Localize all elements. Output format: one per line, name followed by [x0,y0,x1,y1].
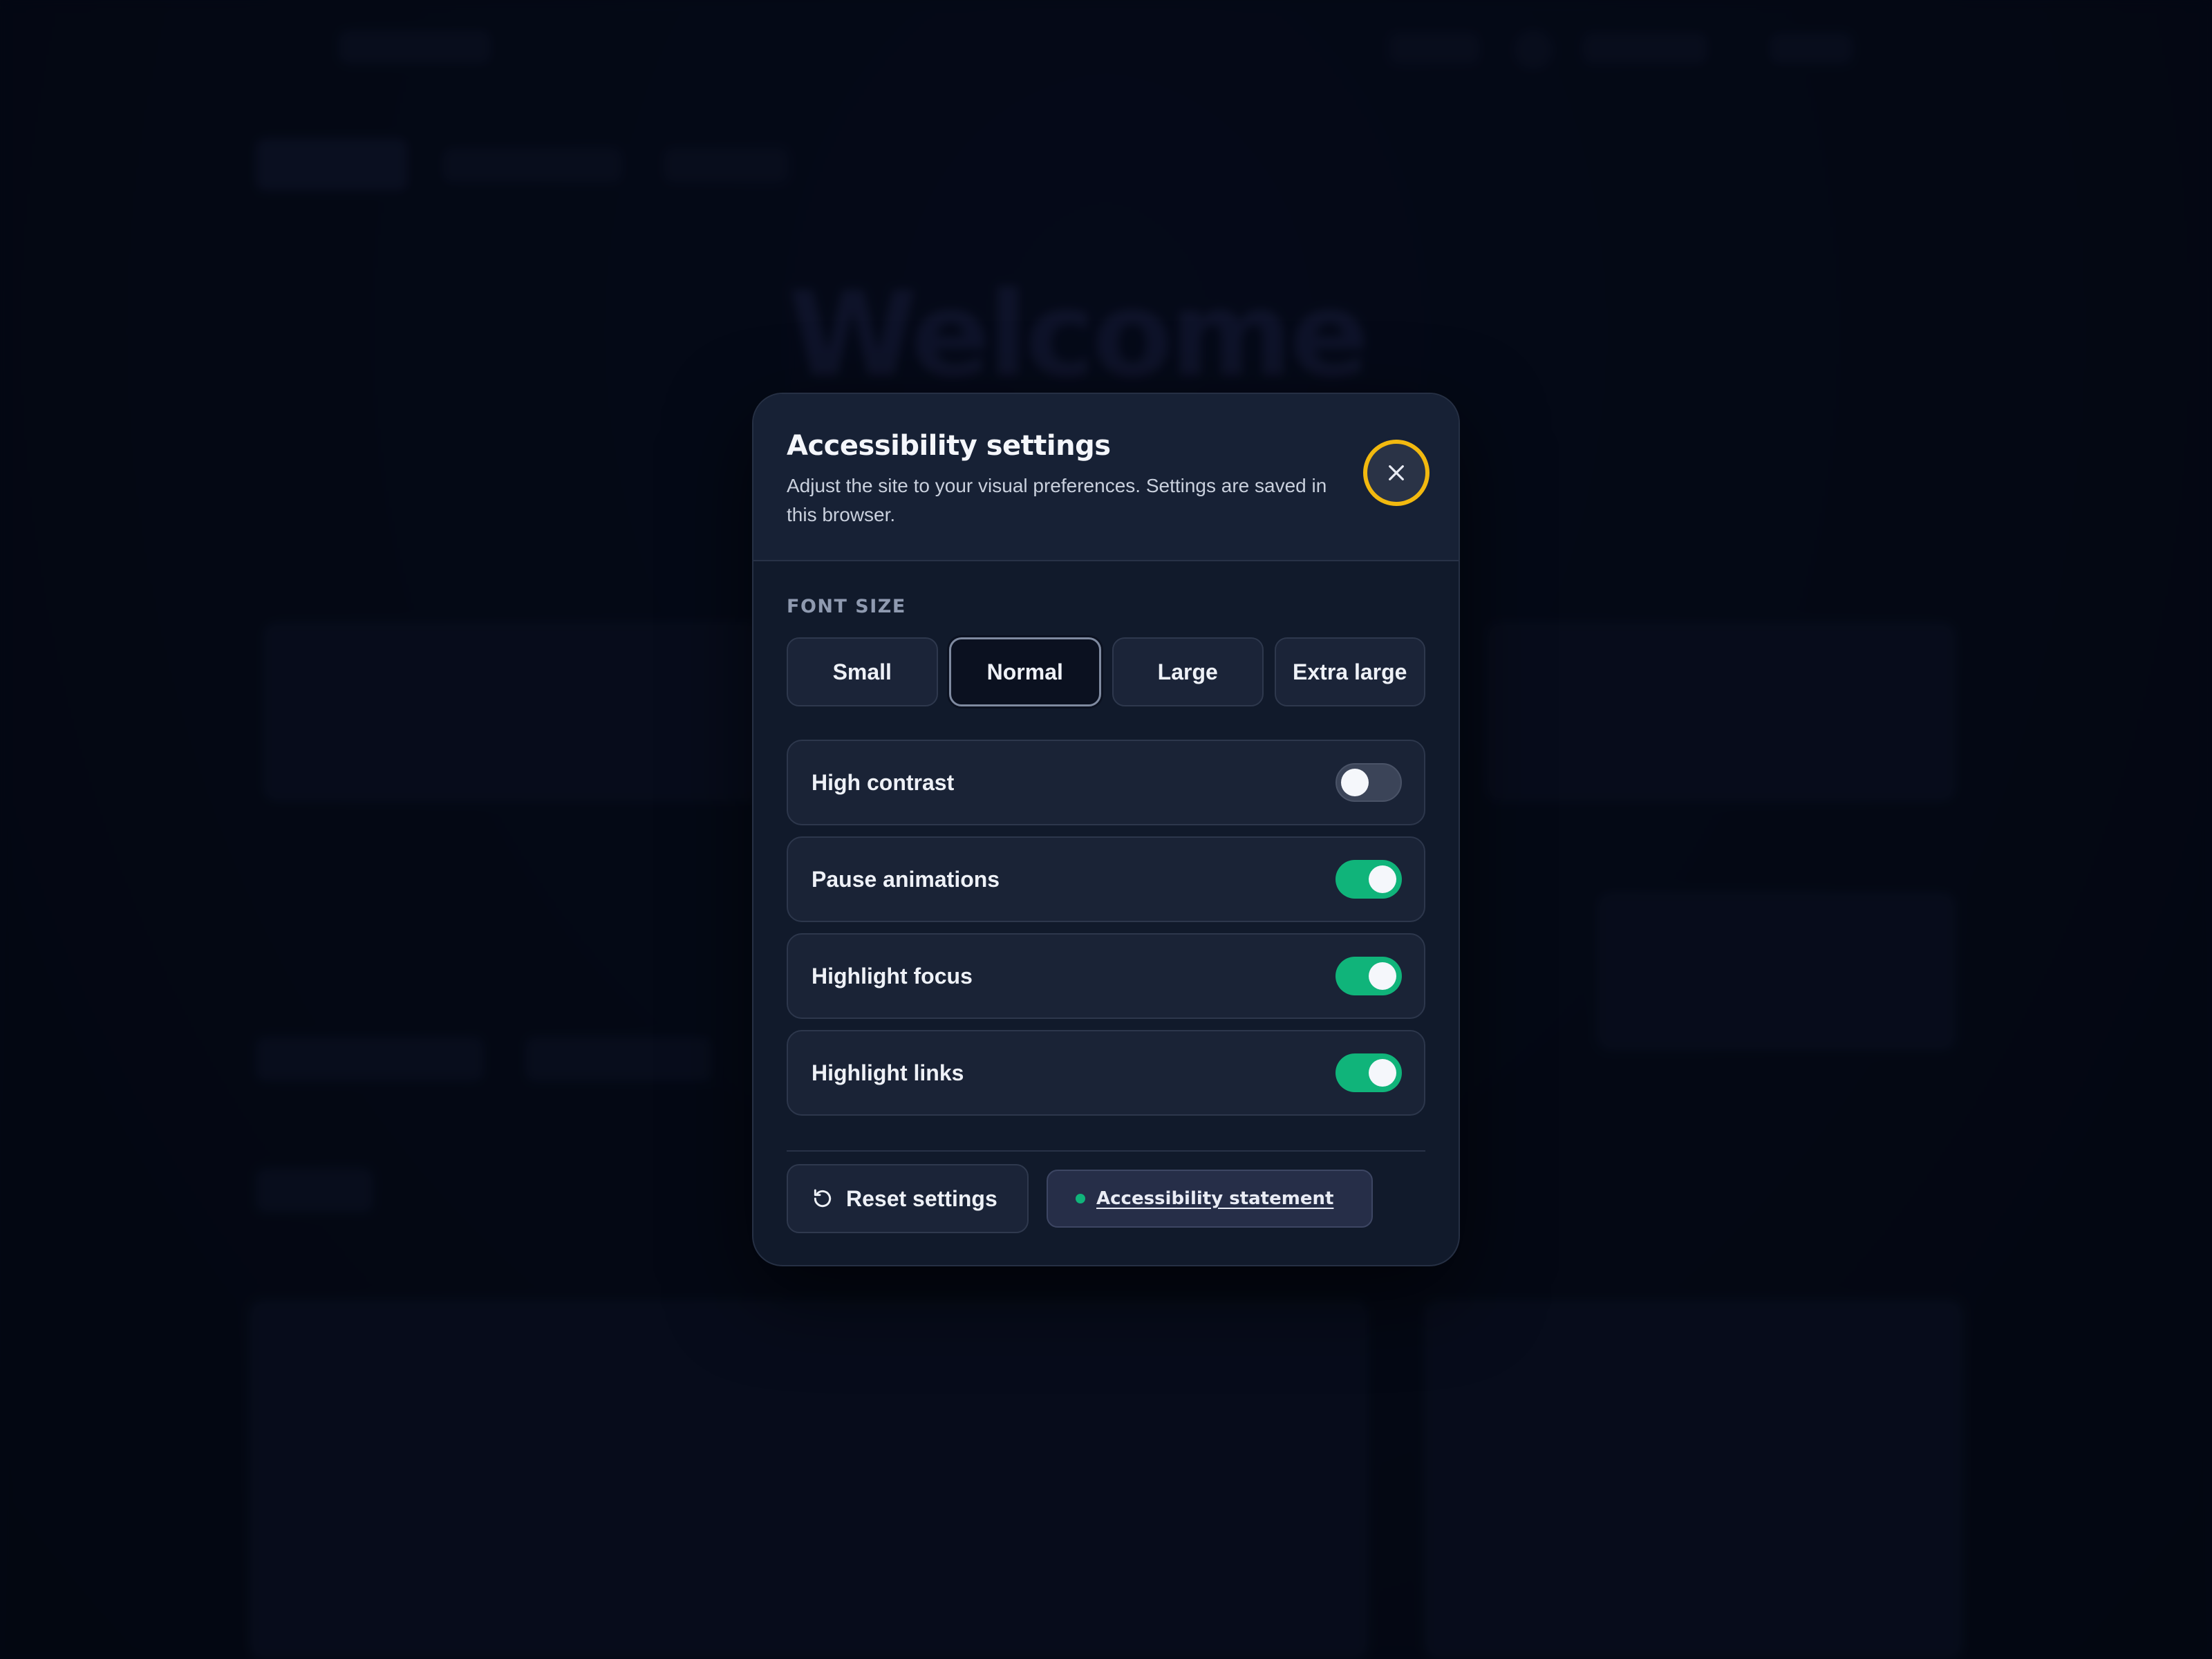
font-size-large-button[interactable]: Large [1112,637,1264,706]
toggle-label: Pause animations [812,867,1000,892]
high-contrast-switch[interactable] [1335,763,1402,802]
font-size-small-button[interactable]: Small [787,637,938,706]
toggle-row-highlight-focus[interactable]: Highlight focus [787,933,1425,1019]
toggle-row-highlight-links[interactable]: Highlight links [787,1030,1425,1116]
toggle-label: High contrast [812,770,955,795]
switch-knob [1341,769,1369,796]
font-size-label: FONT SIZE [787,596,906,617]
close-icon [1389,465,1404,480]
font-size-extra-large-button[interactable]: Extra large [1274,637,1425,706]
pause-animations-switch[interactable] [1335,860,1402,899]
reset-settings-label: Reset settings [846,1185,997,1211]
status-dot-icon [1076,1194,1085,1203]
dialog-title: Accessibility settings [787,430,1111,462]
font-size-normal-button[interactable]: Normal [948,637,1101,706]
dialog-header: Accessibility settings Adjust the site t… [753,394,1459,561]
accessibility-dialog: Accessibility settings Adjust the site t… [752,393,1460,1266]
toggle-label: Highlight links [812,1060,964,1085]
reset-icon [814,1189,832,1208]
reset-settings-button[interactable]: Reset settings [787,1164,1029,1233]
accessibility-statement-link[interactable]: Accessibility statement [1047,1170,1373,1228]
font-size-options: Small Normal Large Extra large [787,637,1425,706]
close-button[interactable] [1363,440,1430,506]
toggle-row-pause-animations[interactable]: Pause animations [787,836,1425,922]
highlight-links-switch[interactable] [1335,1053,1402,1092]
switch-knob [1369,1059,1396,1087]
switch-knob [1369,962,1396,990]
dialog-description: Adjust the site to your visual preferenc… [787,475,1327,525]
footer-divider [787,1150,1425,1152]
toggle-label: Highlight focus [812,964,973,988]
toggle-row-high-contrast[interactable]: High contrast [787,740,1425,825]
highlight-focus-switch[interactable] [1335,957,1402,995]
accessibility-statement-label: Accessibility statement [1096,1188,1334,1209]
switch-knob [1369,865,1396,893]
